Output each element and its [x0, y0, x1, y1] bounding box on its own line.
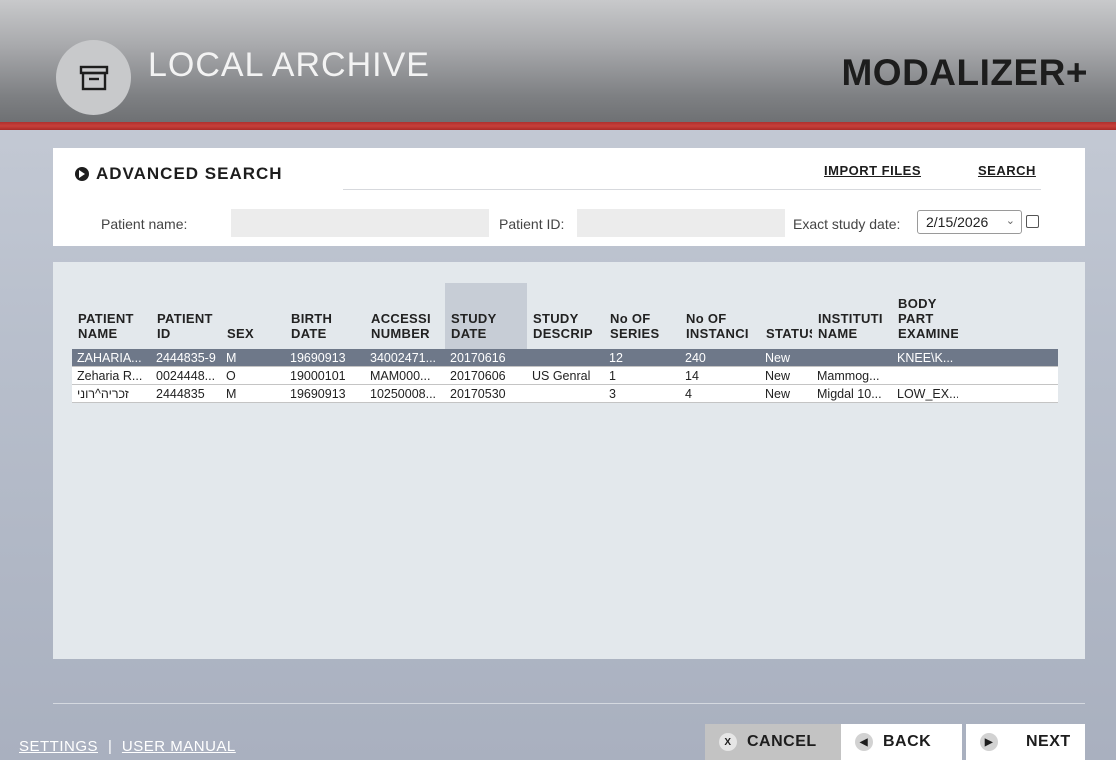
next-button[interactable]: ▶ NEXT	[966, 724, 1085, 760]
study-date-value: 2/15/2026	[926, 214, 989, 230]
play-circle-icon	[75, 167, 89, 181]
patient-id-label: Patient ID:	[499, 216, 565, 232]
table-cell: 20170530	[450, 387, 506, 401]
study-date-label: Exact study date:	[793, 216, 901, 232]
table-cell: 14	[685, 369, 699, 383]
table-cell: ZAHARIA...	[77, 351, 142, 365]
table-cell: 3	[609, 387, 616, 401]
table-body: ZAHARIA... 2444835-9 M 19690913 34002471... 2…	[72, 349, 1058, 403]
table-cell: New	[765, 387, 791, 401]
brand-logo: MODALIZER+	[841, 52, 1088, 93]
patient-id-input[interactable]	[577, 209, 785, 237]
chevron-down-icon: ⌄	[1005, 215, 1015, 227]
table-cell: LOW_EX...	[897, 387, 958, 401]
study-date-picker[interactable]: 2/15/2026 ⌄	[917, 210, 1022, 234]
table-row[interactable]: זכריה^רוני 2444835 M 19690913 10250008... 201…	[72, 385, 1058, 403]
table-cell	[527, 385, 604, 402]
table-cell: New	[765, 351, 791, 365]
footer-divider	[53, 703, 1085, 704]
back-label: BACK	[883, 733, 932, 750]
table-cell: Migdal 10...	[817, 387, 882, 401]
column-header[interactable]: PATIENT ID	[151, 283, 221, 349]
table-cell	[892, 367, 958, 384]
table-cell: 2444835	[156, 387, 205, 401]
advanced-search-panel: ADVANCED SEARCH IMPORT FILES SEARCH Pati…	[53, 148, 1085, 246]
advanced-search-header[interactable]: ADVANCED SEARCH	[75, 164, 283, 184]
archive-box-icon	[79, 65, 108, 90]
header-accent-stripe	[0, 122, 1116, 130]
back-button[interactable]: ◀ BACK	[841, 724, 962, 760]
column-header[interactable]: No OF SERIES	[604, 283, 680, 349]
table-cell: 0024448...	[156, 369, 216, 383]
advanced-search-title: ADVANCED SEARCH	[96, 164, 283, 183]
settings-link[interactable]: SETTINGS	[19, 738, 98, 755]
table-cell: זכריה^רוני	[77, 387, 129, 401]
column-header[interactable]: SEX	[221, 283, 285, 349]
footer-links: SETTINGS | USER MANUAL	[19, 738, 236, 755]
table-cell: 2444835-9	[156, 351, 216, 365]
close-icon: X	[719, 733, 737, 751]
table-cell: US Genral	[532, 369, 591, 383]
table-cell: 19690913	[290, 351, 346, 365]
app-title: LOCAL ARCHIVE	[148, 46, 430, 84]
patient-name-label: Patient name:	[101, 216, 188, 232]
table-cell	[527, 349, 604, 366]
cancel-button[interactable]: X CANCEL	[705, 724, 841, 760]
column-header[interactable]: BODY PART EXAMINE	[892, 283, 958, 349]
table-row[interactable]: ZAHARIA... 2444835-9 M 19690913 34002471... 2…	[72, 349, 1058, 367]
table-cell: 12	[609, 351, 623, 365]
patient-name-input[interactable]	[231, 209, 489, 237]
results-panel: PATIENT NAME PATIENT ID SEX BIRTH DATE ACCES…	[53, 262, 1085, 659]
table-cell: 1	[609, 369, 616, 383]
column-header[interactable]: BIRTH DATE	[285, 283, 365, 349]
table-cell: 34002471...	[370, 351, 437, 365]
column-header[interactable]: No OF INSTANCI	[680, 283, 760, 349]
table-cell	[812, 349, 892, 366]
column-header[interactable]: INSTITUTI NAME	[812, 283, 892, 349]
exact-date-checkbox[interactable]	[1026, 215, 1039, 228]
footer-separator: |	[108, 738, 112, 755]
table-cell: Zeharia R...	[77, 369, 143, 383]
divider	[343, 189, 1041, 190]
column-header[interactable]: STUDY DATE	[445, 283, 527, 349]
table-cell: O	[226, 369, 236, 383]
table-cell: 240	[685, 351, 706, 365]
column-header[interactable]: PATIENT NAME	[72, 283, 151, 349]
column-header[interactable]: STUDY DESCRIP	[527, 283, 604, 349]
studies-table: PATIENT NAME PATIENT ID SEX BIRTH DATE ACCES…	[72, 283, 1058, 403]
table-cell: 20170606	[450, 369, 506, 383]
table-cell: 19690913	[290, 387, 346, 401]
column-header[interactable]: ACCESSI NUMBER	[365, 283, 445, 349]
table-cell: 20170616	[450, 351, 506, 365]
table-header: PATIENT NAME PATIENT ID SEX BIRTH DATE ACCES…	[72, 283, 1058, 349]
table-cell: 4	[685, 387, 692, 401]
archive-badge	[56, 40, 131, 115]
next-label: NEXT	[1026, 733, 1071, 750]
table-cell: KNEE\K...	[897, 351, 954, 365]
table-cell: 10250008...	[370, 387, 437, 401]
arrow-left-icon: ◀	[855, 733, 873, 751]
table-cell: 19000101	[290, 369, 346, 383]
column-header[interactable]: STATUS	[760, 283, 812, 349]
search-link[interactable]: SEARCH	[978, 163, 1036, 178]
table-cell: New	[765, 369, 791, 383]
table-cell: M	[226, 387, 237, 401]
table-cell: M	[226, 351, 237, 365]
user-manual-link[interactable]: USER MANUAL	[122, 738, 236, 755]
cancel-label: CANCEL	[747, 733, 817, 750]
table-row[interactable]: Zeharia R... 0024448... O 19000101 MAM000...…	[72, 367, 1058, 385]
arrow-right-icon: ▶	[980, 733, 998, 751]
import-files-link[interactable]: IMPORT FILES	[824, 163, 921, 178]
table-cell: Mammog...	[817, 369, 880, 383]
table-cell: MAM000...	[370, 369, 431, 383]
